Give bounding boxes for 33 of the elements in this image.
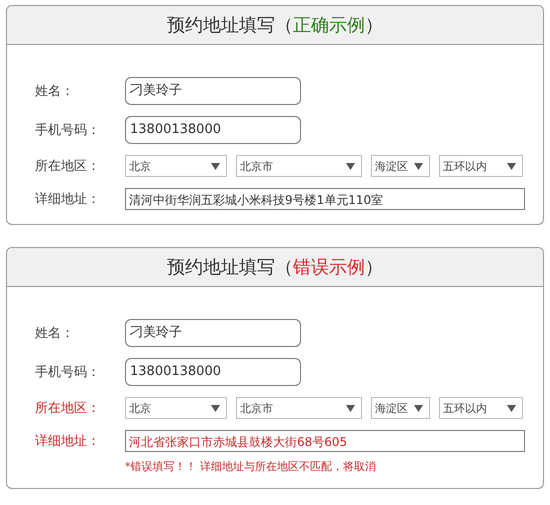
dropdown-arrow-icon <box>414 162 423 170</box>
dropdown-arrow-icon <box>414 404 423 412</box>
input-field[interactable]: 刁美玲子 <box>125 77 301 105</box>
dropdown[interactable]: 五环以内 <box>439 397 523 419</box>
dropdown-arrow-icon <box>346 162 355 170</box>
input-field[interactable]: 13800138000 <box>125 358 301 386</box>
field-label: 手机号码： <box>35 122 101 139</box>
input-field[interactable]: 13800138000 <box>125 116 301 144</box>
input-field[interactable]: 河北省张家口市赤城县鼓楼大街68号605 <box>125 430 525 452</box>
field-label: 手机号码： <box>35 364 101 381</box>
field-label: 详细地址： <box>35 433 101 450</box>
dropdown[interactable]: 海淀区 <box>371 155 430 177</box>
dropdown[interactable]: 五环以内 <box>439 155 523 177</box>
dropdown[interactable]: 北京市 <box>236 155 362 177</box>
dropdown-arrow-icon <box>211 404 220 412</box>
dropdown-arrow-icon <box>211 162 220 170</box>
field-label: 详细地址： <box>35 191 101 208</box>
field-label: 姓名： <box>35 325 75 342</box>
dropdown-arrow-icon <box>507 162 516 170</box>
field-label: 所在地区： <box>35 400 101 417</box>
dropdown-arrow-icon <box>346 404 355 412</box>
field-label: 姓名： <box>35 83 75 100</box>
dropdown[interactable]: 北京 <box>125 397 227 419</box>
dropdown[interactable]: 海淀区 <box>371 397 430 419</box>
dropdown[interactable]: 北京市 <box>236 397 362 419</box>
panel-title: 预约地址填写（错误示例） <box>167 256 383 279</box>
dropdown[interactable]: 北京 <box>125 155 227 177</box>
field-label: 所在地区： <box>35 158 101 175</box>
panel-title: 预约地址填写（正确示例） <box>167 14 383 37</box>
input-field[interactable]: 清河中街华润五彩城小米科技9号楼1单元110室 <box>125 188 525 210</box>
dropdown-arrow-icon <box>507 404 516 412</box>
error-message: *错误填写！！ 详细地址与所在地区不匹配，将取消 <box>125 459 377 474</box>
input-field[interactable]: 刁美玲子 <box>125 319 301 347</box>
